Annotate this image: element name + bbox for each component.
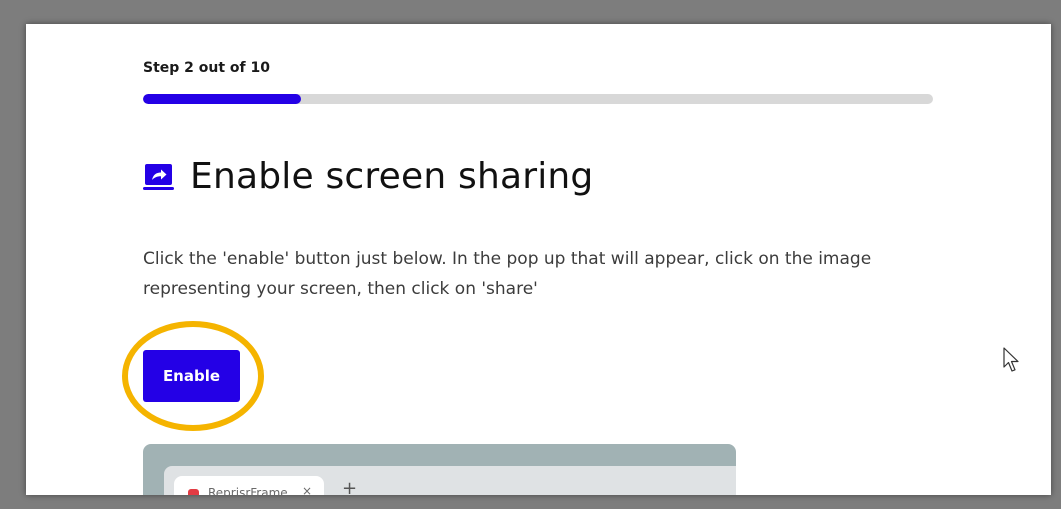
page-frame: Step 2 out of 10 Enable screen sharing C… — [26, 24, 1051, 495]
preview-browser-tabbar: ReprisrFrame × + — [164, 466, 736, 495]
preview-tab-favicon-icon — [188, 489, 199, 495]
progress-bar-fill — [143, 94, 301, 104]
preview-browser-tab: ReprisrFrame × — [174, 476, 324, 495]
screen-share-icon — [143, 164, 174, 190]
progress-bar — [143, 94, 933, 104]
preview-tab-label: ReprisrFrame — [208, 486, 288, 495]
preview-tab-close-icon: × — [302, 484, 313, 495]
mouse-cursor-icon — [1003, 347, 1019, 372]
screen-share-preview-image: ReprisrFrame × + — [143, 444, 736, 495]
instructions-text: Click the 'enable' button just below. In… — [143, 249, 872, 299]
enable-button[interactable]: Enable — [143, 350, 240, 402]
page-heading: Enable screen sharing — [143, 152, 594, 200]
step-label: Step 2 out of 10 — [143, 60, 270, 76]
page-title: Enable screen sharing — [190, 155, 594, 197]
preview-new-tab-icon: + — [342, 478, 358, 495]
